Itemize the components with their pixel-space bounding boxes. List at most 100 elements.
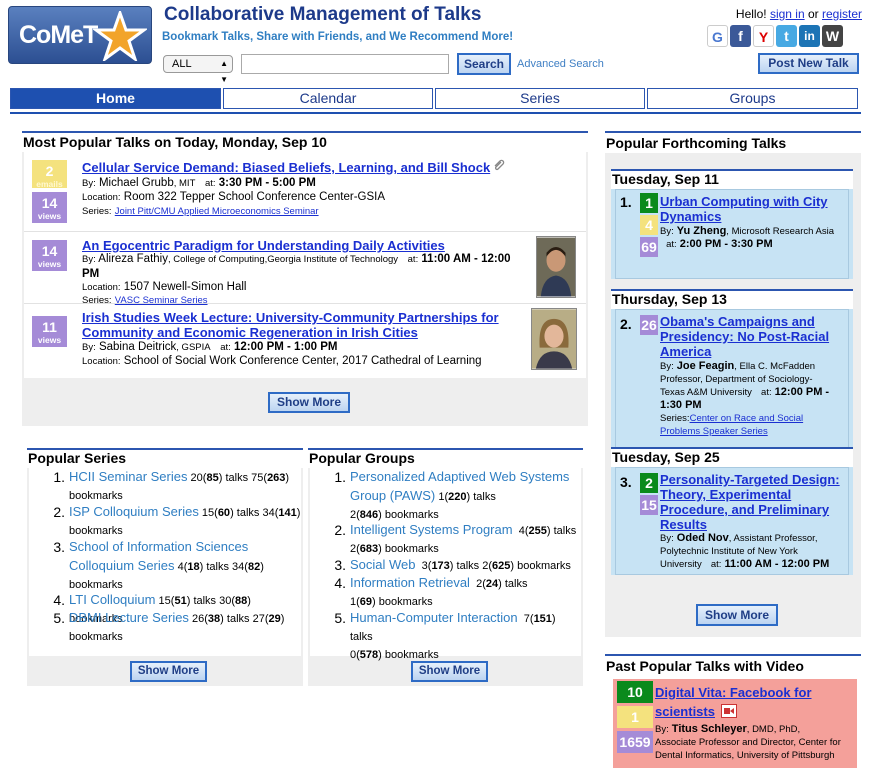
wordpress-icon[interactable]: W <box>822 25 843 47</box>
yahoo-icon[interactable]: Y <box>753 25 774 47</box>
tab-home[interactable]: Home <box>10 88 221 109</box>
show-more-forthcoming-button[interactable]: Show More <box>696 604 778 626</box>
past-video-heading: Past Popular Talks with Video <box>605 656 861 676</box>
series-name-link[interactable]: ISP Colloquium Series <box>69 504 199 519</box>
popular-groups-panel: Popular Groups 1. Personalized Adaptived… <box>308 448 583 686</box>
twitter-icon[interactable]: t <box>776 25 797 47</box>
popular-series-panel: Popular Series 1. HCII Seminar Series 20… <box>27 448 303 686</box>
popular-today-panel: Most Popular Talks on Today, Monday, Sep… <box>22 131 588 426</box>
bookmark-count-badge: 1 <box>640 193 658 213</box>
sign-in-link[interactable]: sign in <box>770 7 805 21</box>
forthcoming-day: Thursday, Sep 13 2. 26 Obama's Campaigns… <box>611 289 853 449</box>
talk-title-link[interactable]: Obama's Campaigns and Presidency: No Post… <box>660 314 829 359</box>
view-count-badge: 11 views <box>32 316 67 347</box>
talk-item: 2 emails 14 views Cellular Service Deman… <box>24 152 586 232</box>
talk-time: 3:30 PM - 5:00 PM <box>218 177 316 189</box>
speaker-affiliation: , College of Computing,Georgia Institute… <box>167 254 399 265</box>
group-name-link[interactable]: Intelligent Systems Program <box>350 522 513 537</box>
search-input[interactable] <box>241 54 449 74</box>
email-count-badge: 4 <box>640 215 658 235</box>
show-more-today-button[interactable]: Show More <box>268 392 350 413</box>
series-name-link[interactable]: DBMI Lecture Series <box>69 610 189 625</box>
linkedin-icon[interactable]: in <box>799 25 820 47</box>
group-name-link[interactable]: Human-Computer Interaction <box>350 610 518 625</box>
group-name-link[interactable]: Social Web <box>350 557 416 572</box>
view-count-badge: 14 views <box>32 240 67 271</box>
email-count-badge: 2 emails <box>32 160 67 189</box>
view-count-badge: 14 views <box>32 192 67 223</box>
view-count-badge: 69 <box>640 237 658 257</box>
series-name-link[interactable]: LTI Colloquium <box>69 592 155 607</box>
forthcoming-talk: 3. 2 15 Personality-Targeted Design: Theo… <box>615 467 849 575</box>
star-icon <box>93 11 147 61</box>
group-name-link[interactable]: Information Retrieval <box>350 575 470 590</box>
talk-item: 14 views An Egocentric Paradigm for Unde… <box>24 232 586 306</box>
talk-list: 2 emails 14 views Cellular Service Deman… <box>24 152 586 378</box>
forthcoming-day: Tuesday, Sep 25 3. 2 15 Personality-Targ… <box>611 447 853 575</box>
search-button[interactable]: Search <box>457 53 511 75</box>
speaker-affiliation: , MIT <box>173 178 196 189</box>
site-title: Collaborative Management of Talks <box>164 4 482 25</box>
tab-series[interactable]: Series <box>435 88 645 109</box>
logo-text: CoMeT <box>19 21 98 49</box>
user-greeting: Hello! sign in or register <box>700 7 862 21</box>
bookmark-count-badge: 10 <box>617 681 653 703</box>
forthcoming-talk: 1. 1 4 69 Urban Computing with City Dynam… <box>615 189 849 279</box>
register-link[interactable]: register <box>822 7 862 21</box>
view-count-badge: 1659 <box>617 731 653 753</box>
speaker-photo <box>531 308 577 370</box>
facebook-icon[interactable]: f <box>730 25 751 47</box>
site-tagline: Bookmark Talks, Share with Friends, and … <box>162 31 514 43</box>
series-name-link[interactable]: HCII Seminar Series <box>69 469 187 484</box>
forthcoming-heading: Popular Forthcoming Talks <box>605 133 861 153</box>
speaker-name: Michael Grubb <box>98 177 174 189</box>
tab-calendar[interactable]: Calendar <box>223 88 433 109</box>
forthcoming-talk: 2. 26 Obama's Campaigns and Presidency: N… <box>615 309 849 449</box>
show-more-series-button[interactable]: Show More <box>130 661 207 682</box>
talk-location: Location: Room 322 Tepper School Confere… <box>82 191 386 203</box>
speaker-name: Alireza Fathiy <box>98 253 168 265</box>
groups-list: 1. Personalized Adaptived Web Systems Gro… <box>310 468 581 661</box>
popular-series-heading: Popular Series <box>27 450 303 468</box>
talk-location: Location: School of Social Work Conferen… <box>82 355 482 367</box>
series-link[interactable]: Joint Pitt/CMU Applied Microeconomics Se… <box>115 206 319 217</box>
talk-title-link[interactable]: Cellular Service Demand: Biased Beliefs,… <box>82 160 490 175</box>
show-more-groups-button[interactable]: Show More <box>411 661 488 682</box>
talk-meta: By: Joe Feagin, Ella C. McFadden Profess… <box>660 360 830 437</box>
talk-meta: By: Yu Zheng, Microsoft Research Asia at… <box>660 225 835 250</box>
talk-title-link[interactable]: An Egocentric Paradigm for Understanding… <box>82 238 445 253</box>
talk-time: 12:00 PM - 1:00 PM <box>233 341 338 353</box>
comet-logo[interactable]: CoMeT <box>8 6 152 64</box>
day-heading: Tuesday, Sep 25 <box>611 449 853 467</box>
past-video-talk: 10 1 1659 Digital Vita: Facebook for scie… <box>613 679 857 768</box>
forthcoming-panel: Popular Forthcoming Talks Tuesday, Sep 1… <box>605 131 861 637</box>
talk-title-link[interactable]: Urban Computing with City Dynamics <box>660 194 828 224</box>
nav-divider <box>10 112 861 114</box>
talk-title-link[interactable]: Personality-Targeted Design: Theory, Expe… <box>660 472 840 532</box>
or-text: or <box>807 7 819 21</box>
hello-text: Hello! <box>735 7 767 21</box>
paperclip-icon[interactable] <box>492 158 506 172</box>
talk-meta: By: Michael Grubb, MIT at: 3:30 PM - 5:0… <box>82 177 316 189</box>
video-icon[interactable] <box>721 704 737 718</box>
speaker-photo <box>536 236 576 298</box>
talk-meta: By: Sabina Deitrick, GSPIA at: 12:00 PM … <box>82 341 338 353</box>
search-scope-select[interactable]: ALL ▲ ▼ <box>163 55 233 84</box>
social-login-bar: G f Y t in W <box>707 25 843 49</box>
bookmark-count-badge: 2 <box>640 473 658 493</box>
main-nav: Home Calendar Series Groups <box>10 88 860 110</box>
talk-meta: By: Titus Schleyer, DMD, PhD, Associate … <box>655 723 841 761</box>
day-heading: Tuesday, Sep 11 <box>611 171 853 189</box>
view-count-badge: 15 <box>640 495 658 515</box>
advanced-search-link[interactable]: Advanced Search <box>517 58 604 70</box>
google-icon[interactable]: G <box>707 25 728 47</box>
talk-title-link[interactable]: Irish Studies Week Lecture: University-C… <box>82 310 499 340</box>
day-heading: Thursday, Sep 13 <box>611 291 853 309</box>
talk-time: 11:00 AM - <box>421 253 478 265</box>
tab-groups[interactable]: Groups <box>647 88 858 109</box>
past-video-panel: Past Popular Talks with Video 10 1 1659 … <box>605 654 861 768</box>
speaker-name: Sabina Deitrick <box>98 341 177 353</box>
speaker-affiliation: , GSPIA <box>176 342 211 353</box>
popular-groups-heading: Popular Groups <box>308 450 583 468</box>
post-new-talk-button[interactable]: Post New Talk <box>758 53 859 74</box>
